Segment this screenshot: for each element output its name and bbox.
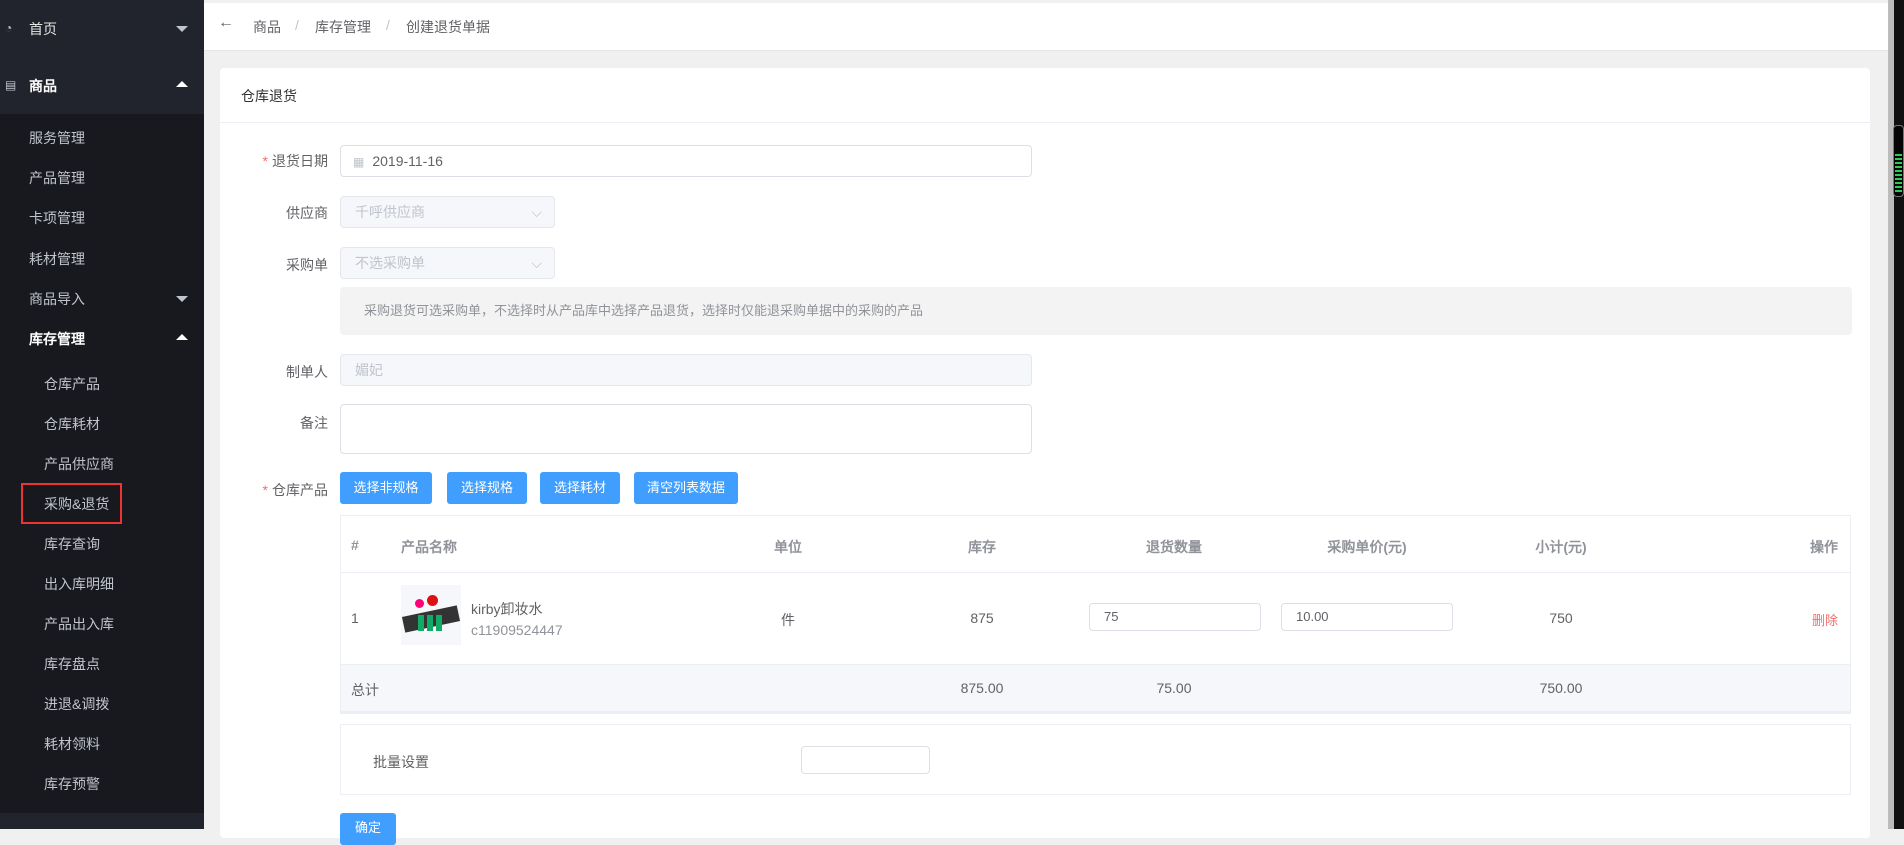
col-header-qty: 退货数量 <box>1146 539 1202 555</box>
sidebar-subitem[interactable]: 出入库明细 <box>0 564 204 604</box>
sidebar-item-import[interactable]: 商品导入 <box>0 279 204 319</box>
chevron-down-icon: ⌵ <box>531 255 542 271</box>
sidebar-subitem[interactable]: 仓库耗材 <box>0 404 204 444</box>
maker-label: 制单人 <box>286 364 328 380</box>
supplier-label: 供应商 <box>286 205 328 221</box>
return-qty-input[interactable]: 75 <box>1089 603 1261 631</box>
highlight-box <box>21 483 122 524</box>
card-title: 仓库退货 <box>241 88 297 104</box>
breadcrumb-item[interactable]: 商品 <box>253 17 281 37</box>
sidebar-subitem[interactable]: 仓库产品 <box>0 364 204 404</box>
row-subtotal: 750 <box>1549 610 1573 626</box>
sidebar-subitem[interactable]: 库存盘点 <box>0 644 204 684</box>
chevron-down-icon <box>176 296 188 302</box>
purchase-order-tip: 采购退货可选采购单，不选择时从产品库中选择产品退货，选择时仅能退采购单据中的采购… <box>340 287 1852 335</box>
sidebar-item-products[interactable]: 产品管理 <box>0 158 204 198</box>
chevron-down-icon <box>176 26 188 32</box>
sidebar-subitem[interactable]: 耗材领料 <box>0 724 204 764</box>
products-label: * 仓库产品 <box>262 482 328 498</box>
sidebar-item-home[interactable]: ◔ 首页 <box>0 9 204 49</box>
sidebar-item-inventory[interactable]: 库存管理 <box>0 319 204 359</box>
calendar-icon: ▦ <box>353 155 365 169</box>
date-input[interactable]: ▦ 2019-11-16 <box>340 145 1032 177</box>
supplier-select[interactable]: 千呼供应商 ⌵ <box>340 196 555 228</box>
unit-price-input[interactable]: 10.00 <box>1281 603 1453 631</box>
col-header-unit: 单位 <box>774 539 802 555</box>
sidebar-item-cards[interactable]: 卡项管理 <box>0 198 204 238</box>
date-label: * 退货日期 <box>262 153 328 169</box>
chevron-up-icon <box>176 334 188 340</box>
clear-list-button[interactable]: 清空列表数据 <box>634 472 738 504</box>
product-code: c11909524447 <box>471 622 563 638</box>
row-unit: 件 <box>781 612 795 628</box>
select-spec-button[interactable]: 选择规格 <box>447 472 527 504</box>
col-header-index: # <box>351 537 359 553</box>
select-non-spec-button[interactable]: 选择非规格 <box>340 472 432 504</box>
batch-input[interactable] <box>801 746 930 774</box>
remark-textarea[interactable] <box>340 404 1032 454</box>
breadcrumb-separator: / <box>295 17 299 33</box>
total-subtotal: 750.00 <box>1539 680 1583 696</box>
product-name: kirby卸妆水 <box>471 601 543 617</box>
dashboard-icon: ◔ <box>5 21 13 35</box>
breadcrumb-item[interactable]: 库存管理 <box>315 17 371 37</box>
batch-label: 批量设置 <box>373 754 429 770</box>
breadcrumb-bar: ← 商品 / 库存管理 / 创建退货单据 <box>204 3 1888 51</box>
total-label: 总计 <box>351 682 379 698</box>
col-header-stock: 库存 <box>968 539 996 555</box>
col-header-name: 产品名称 <box>401 539 457 555</box>
sidebar-subitem[interactable]: 进退&调拨 <box>0 684 204 724</box>
col-header-action: 操作 <box>1810 539 1838 555</box>
breadcrumb-separator: / <box>386 17 390 33</box>
back-arrow-icon[interactable]: ← <box>218 14 234 32</box>
document-icon: ▤ <box>5 78 17 92</box>
batch-settings-panel <box>340 724 1851 795</box>
scrollbar-thumb[interactable] <box>1893 125 1904 197</box>
sidebar-item-consumables[interactable]: 耗材管理 <box>0 239 204 279</box>
sidebar-subitem[interactable]: 库存预警 <box>0 764 204 804</box>
total-qty: 75.00 <box>1156 680 1192 696</box>
remark-label: 备注 <box>300 415 328 431</box>
sidebar-subitem[interactable]: 产品供应商 <box>0 444 204 484</box>
purchase-order-label: 采购单 <box>286 257 328 273</box>
sidebar-item-goods[interactable]: ▤ 商品 <box>0 66 204 106</box>
row-index: 1 <box>351 610 359 626</box>
sidebar-subitem[interactable]: 库存查询 <box>0 524 204 564</box>
sidebar: ◔ 首页 ▤ 商品 服务管理 产品管理 卡项管理 耗材管理 商品导入 库存管理 仓库… <box>0 0 204 829</box>
total-stock: 875.00 <box>960 680 1004 696</box>
select-consumables-button[interactable]: 选择耗材 <box>540 472 620 504</box>
purchase-order-select[interactable]: 不选采购单 ⌵ <box>340 247 555 279</box>
chevron-down-icon: ⌵ <box>531 204 542 220</box>
sidebar-footer <box>0 813 204 829</box>
table-total-row <box>341 664 1850 713</box>
confirm-button[interactable]: 确定 <box>340 813 396 845</box>
breadcrumb-current: 创建退货单据 <box>406 19 490 35</box>
col-header-subtotal: 小计(元) <box>1535 539 1587 555</box>
row-stock: 875 <box>970 610 994 626</box>
col-header-price: 采购单价(元) <box>1327 539 1407 555</box>
product-thumbnail <box>401 585 461 645</box>
chevron-up-icon <box>176 81 188 87</box>
sidebar-item-services[interactable]: 服务管理 <box>0 118 204 158</box>
card-header: 仓库退货 <box>220 68 1870 123</box>
maker-input[interactable]: 媚妃 <box>340 354 1032 386</box>
sidebar-subitem[interactable]: 产品出入库 <box>0 604 204 644</box>
delete-link[interactable]: 删除 <box>1778 610 1838 629</box>
divider <box>341 572 1850 573</box>
